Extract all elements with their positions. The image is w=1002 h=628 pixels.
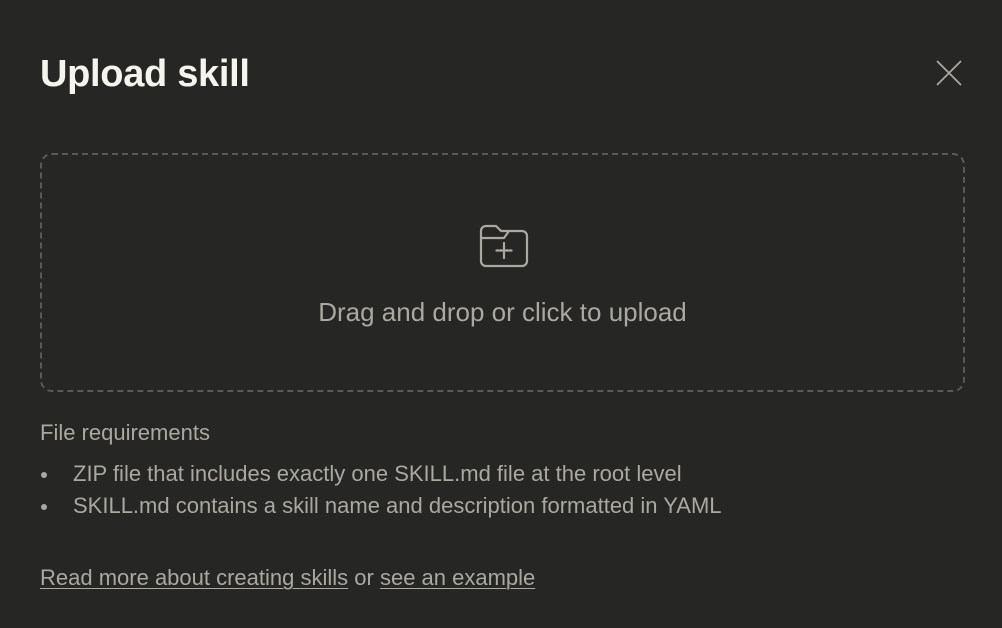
dialog-title: Upload skill — [40, 53, 250, 95]
requirements-list: ZIP file that includes exactly one SKILL… — [40, 458, 722, 522]
help-links: Read more about creating skills or see a… — [40, 562, 535, 594]
close-button[interactable] — [926, 50, 972, 96]
read-more-link[interactable]: Read more about creating skills — [40, 565, 348, 590]
see-example-link[interactable]: see an example — [380, 565, 535, 590]
dropzone-label: Drag and drop or click to upload — [318, 297, 687, 327]
bullet-icon — [41, 472, 47, 478]
list-item: SKILL.md contains a skill name and descr… — [40, 490, 722, 522]
upload-dropzone[interactable]: Drag and drop or click to upload — [40, 153, 965, 392]
requirements-heading: File requirements — [40, 420, 210, 445]
requirement-text: SKILL.md contains a skill name and descr… — [73, 493, 722, 518]
upload-skill-dialog: Upload skill Drag and drop or click to u… — [0, 0, 1002, 628]
bullet-icon — [41, 504, 47, 510]
list-item: ZIP file that includes exactly one SKILL… — [40, 458, 722, 490]
close-icon — [936, 60, 962, 86]
folder-plus-icon — [479, 224, 529, 268]
requirement-text: ZIP file that includes exactly one SKILL… — [73, 461, 682, 486]
link-connector: or — [348, 565, 380, 590]
